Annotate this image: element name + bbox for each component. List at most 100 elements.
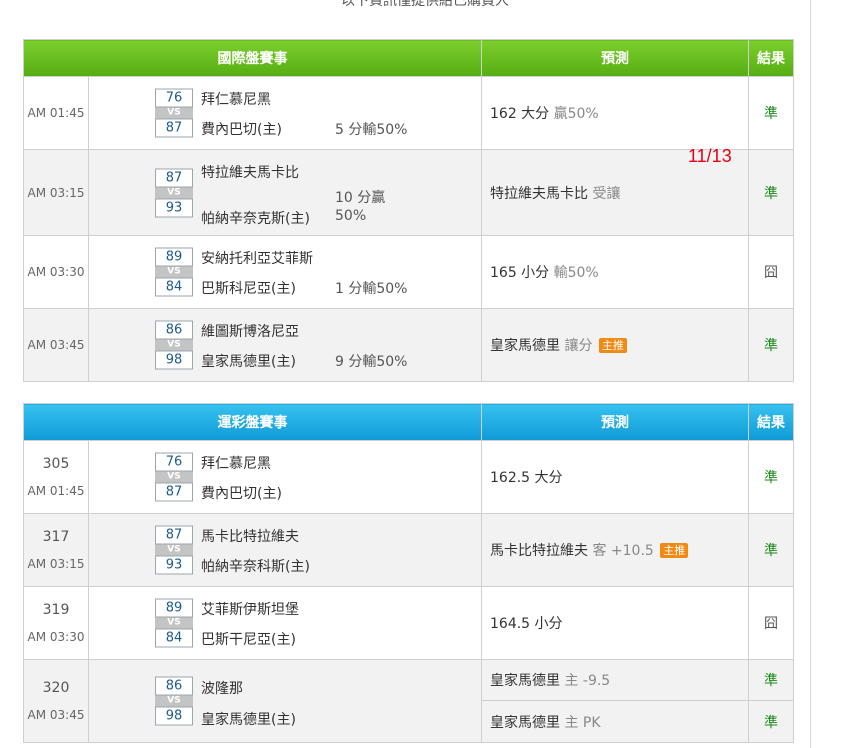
vs-label: VS bbox=[155, 266, 193, 278]
match-time: AM 01:45 bbox=[23, 76, 89, 150]
result: 囧 bbox=[748, 586, 794, 660]
prediction: 164.5 小分 bbox=[481, 586, 749, 660]
game-number: 320 bbox=[42, 680, 70, 696]
home-team: 費內巴切(主) bbox=[201, 122, 282, 138]
prediction-sub: 贏50% bbox=[549, 106, 599, 122]
lottery-header-match: 運彩盤賽事 bbox=[23, 403, 482, 441]
away-score: 89 bbox=[155, 598, 193, 618]
prediction-main: 162.5 大分 bbox=[490, 470, 563, 486]
result: 準 bbox=[748, 308, 794, 382]
featured-badge: 主推 bbox=[598, 338, 627, 353]
away-score: 76 bbox=[155, 452, 193, 472]
table-row: 319 AM 03:30 89 VS 84 艾菲斯伊斯坦堡 巴斯干尼亞(主) 1… bbox=[23, 586, 794, 660]
vs-label: VS bbox=[155, 339, 193, 351]
prediction-main: 皇家馬德里 bbox=[490, 338, 560, 354]
home-team: 帕納辛奈克斯(主) bbox=[201, 211, 310, 227]
score-box: 87 VS 93 bbox=[155, 168, 193, 217]
home-team: 皇家馬德里(主) bbox=[201, 354, 296, 370]
prediction: 165 小分 輸50% bbox=[481, 235, 749, 309]
prediction-main: 164.5 小分 bbox=[490, 616, 563, 632]
result: 準 bbox=[748, 440, 794, 514]
overlay-date: 11/13 bbox=[688, 146, 732, 166]
score-box: 76 VS 87 bbox=[155, 452, 193, 502]
home-team: 皇家馬德里(主) bbox=[201, 712, 296, 728]
home-score: 87 bbox=[155, 482, 193, 502]
right-border-line bbox=[810, 0, 811, 748]
vs-label: VS bbox=[155, 544, 193, 556]
match-teams: 87 VS 93 馬卡比特拉維夫 帕納辛奈科斯(主) bbox=[88, 513, 482, 587]
away-team: 拜仁慕尼黑 bbox=[201, 92, 271, 108]
away-team: 安納托利亞艾菲斯 bbox=[201, 251, 313, 267]
home-team: 巴斯干尼亞(主) bbox=[201, 632, 296, 648]
prediction-sub: 客 +10.5 bbox=[588, 543, 654, 559]
intl-header-result: 結果 bbox=[748, 39, 794, 77]
match-time: AM 03:15 bbox=[23, 149, 89, 236]
match-time: 305 AM 01:45 bbox=[23, 440, 89, 514]
intl-header-pred: 預測 bbox=[481, 39, 749, 77]
lottery-header-pred: 預測 bbox=[481, 403, 749, 441]
intl-header-row: 國際盤賽事 預測 結果 bbox=[23, 39, 794, 77]
away-score: 87 bbox=[155, 525, 193, 545]
match-teams: 76 VS 87 拜仁慕尼黑 費內巴切(主) 5 分輸50% bbox=[88, 76, 482, 150]
away-team: 波隆那 bbox=[201, 681, 243, 697]
prediction-sub: 主 -9.5 bbox=[560, 673, 611, 689]
home-score: 84 bbox=[155, 628, 193, 648]
away-team: 拜仁慕尼黑 bbox=[201, 456, 271, 472]
home-team: 帕納辛奈科斯(主) bbox=[201, 559, 310, 575]
table-row: 317 AM 03:15 87 VS 93 馬卡比特拉維夫 帕納辛奈科斯(主) … bbox=[23, 513, 794, 587]
match-teams: 86 VS 98 波隆那 皇家馬德里(主) bbox=[88, 659, 482, 743]
prediction-main: 皇家馬德里 bbox=[490, 673, 560, 689]
vs-label: VS bbox=[155, 617, 193, 629]
prediction-main: 馬卡比特拉維夫 bbox=[490, 543, 588, 559]
spread-result-b: 50% bbox=[335, 208, 367, 224]
prediction-sub: 主 PK bbox=[560, 714, 601, 731]
match-time: AM 03:30 bbox=[23, 235, 89, 309]
game-number: 305 bbox=[42, 456, 70, 472]
home-score: 84 bbox=[155, 277, 193, 297]
home-score: 93 bbox=[155, 198, 193, 217]
prediction: 馬卡比特拉維夫 客 +10.5 主推 bbox=[481, 513, 749, 587]
away-team: 馬卡比特拉維夫 bbox=[201, 529, 299, 545]
away-score: 87 bbox=[155, 168, 193, 187]
game-number: 317 bbox=[42, 529, 70, 545]
spread-result: 5 分輸50% bbox=[335, 122, 408, 138]
table-row: AM 03:30 89 VS 84 安納托利亞艾菲斯 巴斯科尼亞(主) 1 分輸… bbox=[23, 235, 794, 309]
away-team: 特拉維夫馬卡比 bbox=[201, 165, 299, 181]
match-teams: 87 VS 93 特拉維夫馬卡比 10 分贏 帕納辛奈克斯(主) 50% bbox=[88, 149, 482, 236]
match-time: 319 AM 03:30 bbox=[23, 586, 89, 660]
spread-result: 1 分輸50% bbox=[335, 281, 408, 297]
result: 準 bbox=[748, 149, 794, 236]
featured-badge: 主推 bbox=[660, 543, 689, 558]
result: 準 bbox=[748, 700, 794, 743]
result: 準 bbox=[748, 513, 794, 587]
score-box: 86 VS 98 bbox=[155, 676, 193, 726]
score-box: 76 VS 87 bbox=[155, 88, 193, 138]
home-score: 98 bbox=[155, 706, 193, 726]
score-box: 89 VS 84 bbox=[155, 247, 193, 297]
home-team: 巴斯科尼亞(主) bbox=[201, 281, 296, 297]
lottery-header-result: 結果 bbox=[748, 403, 794, 441]
prediction-sub: 讓分 bbox=[560, 338, 593, 354]
score-box: 87 VS 93 bbox=[155, 525, 193, 575]
table-row: AM 01:45 76 VS 87 拜仁慕尼黑 費內巴切(主) 5 分輸50% … bbox=[23, 76, 794, 150]
table-row: AM 03:45 86 VS 98 維圖斯博洛尼亞 皇家馬德里(主) 9 分輸5… bbox=[23, 308, 794, 382]
match-time: AM 03:45 bbox=[23, 308, 89, 382]
prediction-main: 165 小分 bbox=[490, 265, 550, 281]
score-box: 86 VS 98 bbox=[155, 320, 193, 370]
match-teams: 89 VS 84 安納托利亞艾菲斯 巴斯科尼亞(主) 1 分輸50% bbox=[88, 235, 482, 309]
prediction: 162.5 大分 bbox=[481, 440, 749, 514]
prediction-sub: 受讓 bbox=[588, 185, 621, 202]
prediction: 皇家馬德里 主 -9.5 bbox=[481, 659, 749, 701]
result: 準 bbox=[748, 659, 794, 701]
lottery-table: 運彩盤賽事 預測 結果 305 AM 01:45 76 VS 87 拜仁慕尼黑 … bbox=[23, 403, 794, 743]
away-score: 86 bbox=[155, 320, 193, 340]
home-score: 93 bbox=[155, 555, 193, 575]
home-score: 98 bbox=[155, 350, 193, 370]
result: 準 bbox=[748, 76, 794, 150]
lottery-header-row: 運彩盤賽事 預測 結果 bbox=[23, 403, 794, 441]
table-row: 305 AM 01:45 76 VS 87 拜仁慕尼黑 費內巴切(主) 162.… bbox=[23, 440, 794, 514]
away-team: 維圖斯博洛尼亞 bbox=[201, 324, 299, 340]
table-row: AM 03:15 87 VS 93 特拉維夫馬卡比 10 分贏 帕納辛奈克斯(主… bbox=[23, 149, 794, 236]
prediction: 皇家馬德里 讓分 主推 bbox=[481, 308, 749, 382]
away-team: 艾菲斯伊斯坦堡 bbox=[201, 602, 299, 618]
